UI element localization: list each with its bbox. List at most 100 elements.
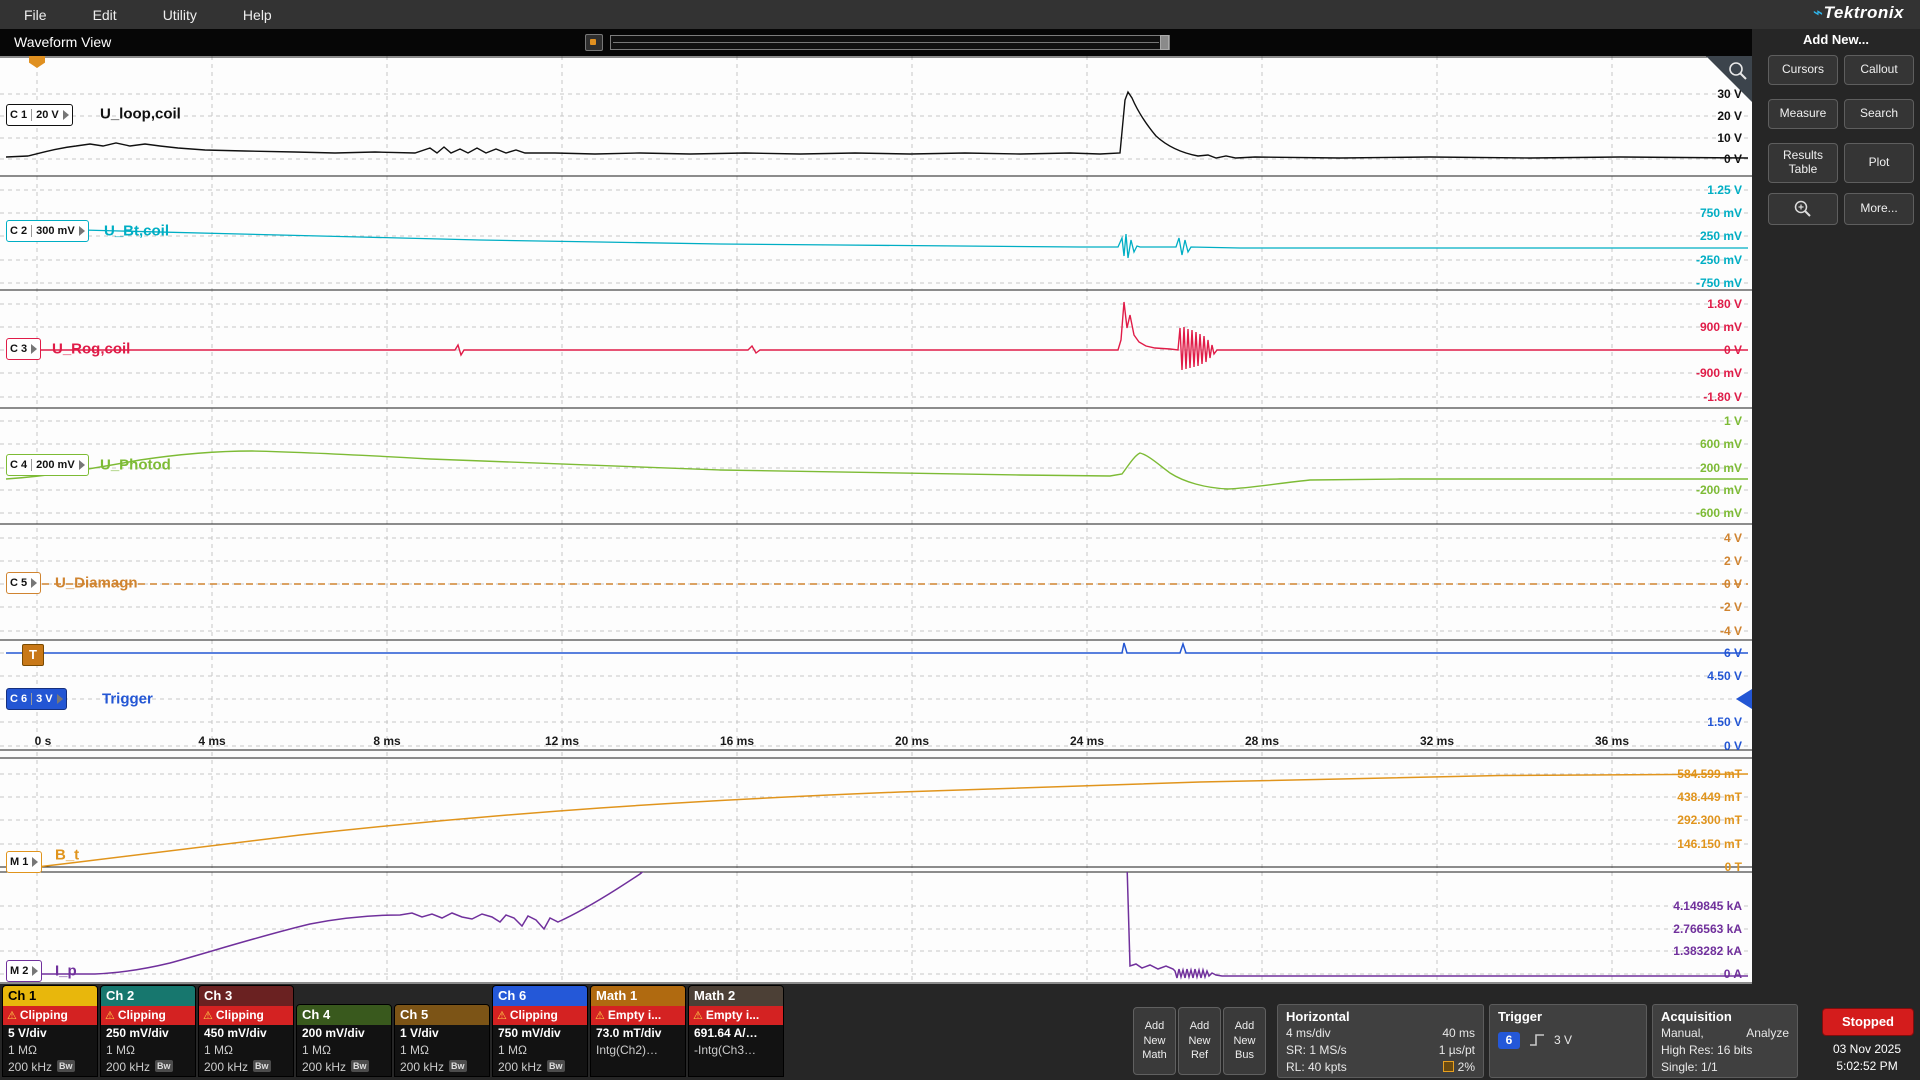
position-indicator-icon xyxy=(1443,1061,1454,1072)
plot-button[interactable]: Plot xyxy=(1844,143,1914,183)
time-tick: 12 ms xyxy=(545,734,579,748)
math-badge-math1[interactable]: Math 1 ⚠Empty i... 73.0 mT/div Intg(Ch2)… xyxy=(590,985,686,1077)
callout-button[interactable]: Callout xyxy=(1844,55,1914,85)
axis-label: 900 mV xyxy=(1700,320,1742,334)
axis-label: 1.383282 kA xyxy=(1673,944,1742,958)
horizontal-panel[interactable]: Horizontal 4 ms/div40 ms SR: 1 MS/s1 µs/… xyxy=(1277,1004,1484,1078)
clipping-warning: ⚠Clipping xyxy=(199,1006,293,1025)
axis-label: 4.149845 kA xyxy=(1673,899,1742,913)
trace-name-m2: I_p xyxy=(55,963,77,980)
axis-label: 1 V xyxy=(1724,414,1742,428)
add-new-ref-button[interactable]: Add New Ref xyxy=(1178,1007,1221,1075)
trigger-source-badge[interactable]: T xyxy=(22,644,44,666)
axis-label: -200 mV xyxy=(1696,483,1742,497)
plot-badge-c5[interactable]: C 5 xyxy=(6,572,41,594)
cursors-button[interactable]: Cursors xyxy=(1768,55,1838,85)
settings-bar: Ch 1 ⚠Clipping 5 V/div 1 MΩ 200 kHzBw Ch… xyxy=(0,984,1920,1080)
trace-name-c5: U_Diamagn xyxy=(55,575,138,592)
plot-badge-c6[interactable]: C 63 V xyxy=(6,688,67,710)
channel-badge-ch6[interactable]: Ch 6 ⚠Clipping 750 mV/div 1 MΩ 200 kHzBw xyxy=(492,985,588,1077)
trace-name-c3: U_Rog,coil xyxy=(52,341,130,358)
trace-c2-u-bt-coil xyxy=(0,176,1752,290)
zoom-pan-grip-icon[interactable] xyxy=(585,34,603,51)
axis-label: 438.449 mT xyxy=(1677,790,1742,804)
axis-label: 20 V xyxy=(1717,109,1742,123)
zoom-pan-track[interactable] xyxy=(610,35,1170,50)
trigger-level-arrow xyxy=(1736,689,1752,709)
menu-file[interactable]: File xyxy=(24,7,47,23)
bandwidth-limit-icon: Bw xyxy=(155,1060,173,1072)
trace-name-c6: Trigger xyxy=(102,691,153,708)
results-table-button[interactable]: Results Table xyxy=(1768,143,1838,183)
axis-label: 250 mV xyxy=(1700,229,1742,243)
run-stop-status-button[interactable]: Stopped xyxy=(1822,1008,1914,1036)
channel-badge-ch3[interactable]: Ch 3 ⚠Clipping 450 mV/div 1 MΩ 200 kHzBw xyxy=(198,985,294,1077)
axis-label: 0 V xyxy=(1724,739,1742,753)
plot-badge-c1[interactable]: C 120 V xyxy=(6,104,73,126)
measure-button[interactable]: Measure xyxy=(1768,99,1838,129)
axis-label: 0 A xyxy=(1724,967,1742,981)
plot-badge-c2[interactable]: C 2300 mV xyxy=(6,220,89,242)
plot-badge-c3[interactable]: C 3 xyxy=(6,338,41,360)
trigger-panel[interactable]: Trigger 6 3 V xyxy=(1489,1004,1647,1078)
badge-arrow-icon xyxy=(79,460,85,470)
axis-label: -1.80 V xyxy=(1703,390,1742,404)
plot-badge-m2[interactable]: M 2 xyxy=(6,960,42,982)
time-tick: 0 s xyxy=(35,734,52,748)
badge-arrow-icon xyxy=(32,966,38,976)
warning-icon: ⚠ xyxy=(203,1010,213,1022)
axis-label: 750 mV xyxy=(1700,206,1742,220)
channel-badge-ch4[interactable]: Ch 4 200 mV/div 1 MΩ 200 kHzBw xyxy=(296,1004,392,1077)
search-button[interactable]: Search xyxy=(1844,99,1914,129)
clipping-warning: ⚠Clipping xyxy=(493,1006,587,1025)
menu-edit[interactable]: Edit xyxy=(93,7,117,23)
badge-arrow-icon xyxy=(79,226,85,236)
more-button[interactable]: More... xyxy=(1844,193,1914,225)
channel-badge-ch2[interactable]: Ch 2 ⚠Clipping 250 mV/div 1 MΩ 200 kHzBw xyxy=(100,985,196,1077)
trace-name-c4: U_Photod xyxy=(100,457,171,474)
plot-badge-m1[interactable]: M 1 xyxy=(6,851,42,873)
channel-badge-row: Ch 1 ⚠Clipping 5 V/div 1 MΩ 200 kHzBw Ch… xyxy=(2,985,784,1077)
bandwidth-limit-icon: Bw xyxy=(253,1060,271,1072)
menu-utility[interactable]: Utility xyxy=(163,7,197,23)
empty-warning: ⚠Empty i... xyxy=(591,1006,685,1025)
axis-label: -750 mV xyxy=(1696,276,1742,290)
time-tick: 36 ms xyxy=(1595,734,1629,748)
trace-name-c2: U_Bt,coil xyxy=(104,223,169,240)
trace-name-m1: B_t xyxy=(55,847,79,864)
tektronix-logo: ⌁Tektronix xyxy=(1813,3,1904,23)
add-new-math-button[interactable]: Add New Math xyxy=(1133,1007,1176,1075)
zoom-tool-button[interactable] xyxy=(1768,193,1838,225)
menu-help[interactable]: Help xyxy=(243,7,272,23)
trace-c5-u-diamagn xyxy=(0,524,1752,640)
warning-icon: ⚠ xyxy=(693,1010,703,1022)
zoom-pan-handle[interactable] xyxy=(1160,35,1169,50)
axis-label: 4 V xyxy=(1724,531,1742,545)
time-tick: 28 ms xyxy=(1245,734,1279,748)
time-tick: 24 ms xyxy=(1070,734,1104,748)
trace-c3-u-rog-coil xyxy=(0,290,1752,408)
empty-warning: ⚠Empty i... xyxy=(689,1006,783,1025)
plot-badge-c4[interactable]: C 4200 mV xyxy=(6,454,89,476)
trace-c6-trigger xyxy=(0,640,1752,750)
trace-c1-u-loop-coil xyxy=(0,56,1752,176)
axis-label: -2 V xyxy=(1720,600,1742,614)
bandwidth-limit-icon: Bw xyxy=(351,1060,369,1072)
time-tick: 8 ms xyxy=(373,734,400,748)
channel-badge-ch1[interactable]: Ch 1 ⚠Clipping 5 V/div 1 MΩ 200 kHzBw xyxy=(2,985,98,1077)
math-badge-math2[interactable]: Math 2 ⚠Empty i... 691.64 A/… -Intg(Ch3… xyxy=(688,985,784,1077)
trace-c4-u-photod xyxy=(0,408,1752,524)
zoom-pan-bar[interactable] xyxy=(585,34,1170,51)
acquisition-panel[interactable]: Acquisition Manual,Analyze High Res: 16 … xyxy=(1652,1004,1798,1078)
axis-label: 292.300 mT xyxy=(1677,813,1742,827)
time-label: 5:02:52 PM xyxy=(1822,1059,1912,1073)
trigger-level-value: 3 V xyxy=(1554,1033,1572,1047)
axis-label: 10 V xyxy=(1717,131,1742,145)
add-new-bus-button[interactable]: Add New Bus xyxy=(1223,1007,1266,1075)
waveform-view-titlebar: Waveform View xyxy=(0,29,1752,56)
axis-label: 200 mV xyxy=(1700,461,1742,475)
axis-label: 0 V xyxy=(1724,577,1742,591)
axis-label: 2 V xyxy=(1724,554,1742,568)
channel-badge-ch5[interactable]: Ch 5 1 V/div 1 MΩ 200 kHzBw xyxy=(394,1004,490,1077)
axis-label: 2.766563 kA xyxy=(1673,922,1742,936)
